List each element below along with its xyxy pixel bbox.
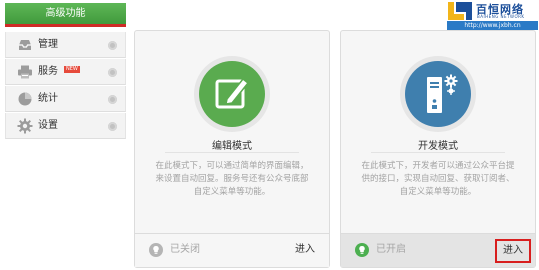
edit-icon xyxy=(194,56,270,132)
logo-url: http://www.jxbh.cn xyxy=(447,21,538,30)
card-description: 在此模式下，开发者可以通过公众平台提 供的接口，实现自动回复、获取订阅者、 自定… xyxy=(353,160,523,199)
card-title: 编辑模式 xyxy=(212,141,252,152)
description-line: 在此模式下，可以通过简单的界面编辑， xyxy=(155,161,309,171)
sidebar-item-service[interactable]: 服务 NEW xyxy=(5,59,126,85)
description-line: 供的接口，实现自动回复、获取订阅者、 xyxy=(361,174,515,184)
logo-mark-icon xyxy=(448,2,472,20)
description-line: 在此模式下，开发者可以通过公众平台提 xyxy=(361,161,515,171)
printer-icon xyxy=(18,65,32,79)
sidebar-item-label: 设置 xyxy=(38,120,58,131)
bulb-off-icon xyxy=(149,243,163,257)
inbox-icon xyxy=(19,40,31,50)
server-gear-icon xyxy=(400,56,476,132)
card-divider xyxy=(371,152,505,153)
card-title: 开发模式 xyxy=(418,141,458,152)
card-description: 在此模式下，可以通过简单的界面编辑， 来设置自动回复。服务号还有公众号底部 自定… xyxy=(147,160,317,199)
new-badge: NEW xyxy=(64,66,80,73)
status-text: 已关闭 xyxy=(170,244,200,255)
card-divider xyxy=(165,152,299,153)
sidebar: 高级功能 管理 服务 NEW 统计 设置 xyxy=(5,3,126,139)
enter-button[interactable]: 进入 xyxy=(495,239,531,263)
sidebar-item-label: 服务 xyxy=(38,66,58,77)
sidebar-item-label: 统计 xyxy=(38,93,58,104)
description-line: 来设置自动回复。服务号还有公众号底部 xyxy=(155,174,309,184)
sidebar-item-settings[interactable]: 设置 xyxy=(5,113,126,139)
enter-button[interactable]: 进入 xyxy=(295,234,315,266)
bulb-on-icon xyxy=(355,243,369,257)
pie-chart-icon xyxy=(18,92,32,106)
expand-dot-icon[interactable] xyxy=(108,68,117,77)
watermark-logo: 百恒网络 BAIHENG NETWORK http://www.jxbh.cn xyxy=(445,0,539,30)
expand-dot-icon[interactable] xyxy=(108,41,117,50)
description-line: 自定义菜单等功能。 xyxy=(193,187,271,197)
sidebar-item-statistics[interactable]: 统计 xyxy=(5,86,126,112)
developer-mode-card: 开发模式 在此模式下，开发者可以通过公众平台提 供的接口，实现自动回复、获取订阅… xyxy=(340,30,536,268)
sidebar-item-manage[interactable]: 管理 xyxy=(5,32,126,58)
card-footer: 已关闭 进入 xyxy=(135,233,329,267)
status-text: 已开启 xyxy=(376,244,406,255)
expand-dot-icon[interactable] xyxy=(108,95,117,104)
gear-icon xyxy=(17,118,33,134)
edit-mode-card: 编辑模式 在此模式下，可以通过简单的界面编辑， 来设置自动回复。服务号还有公众号… xyxy=(134,30,330,268)
description-line: 自定义菜单等功能。 xyxy=(399,187,477,197)
logo-subtitle: BAIHENG NETWORK xyxy=(477,14,525,19)
sidebar-header: 高级功能 xyxy=(5,3,126,27)
expand-dot-icon[interactable] xyxy=(108,122,117,131)
card-footer: 已开启 进入 xyxy=(341,233,535,267)
sidebar-item-label: 管理 xyxy=(38,39,58,50)
